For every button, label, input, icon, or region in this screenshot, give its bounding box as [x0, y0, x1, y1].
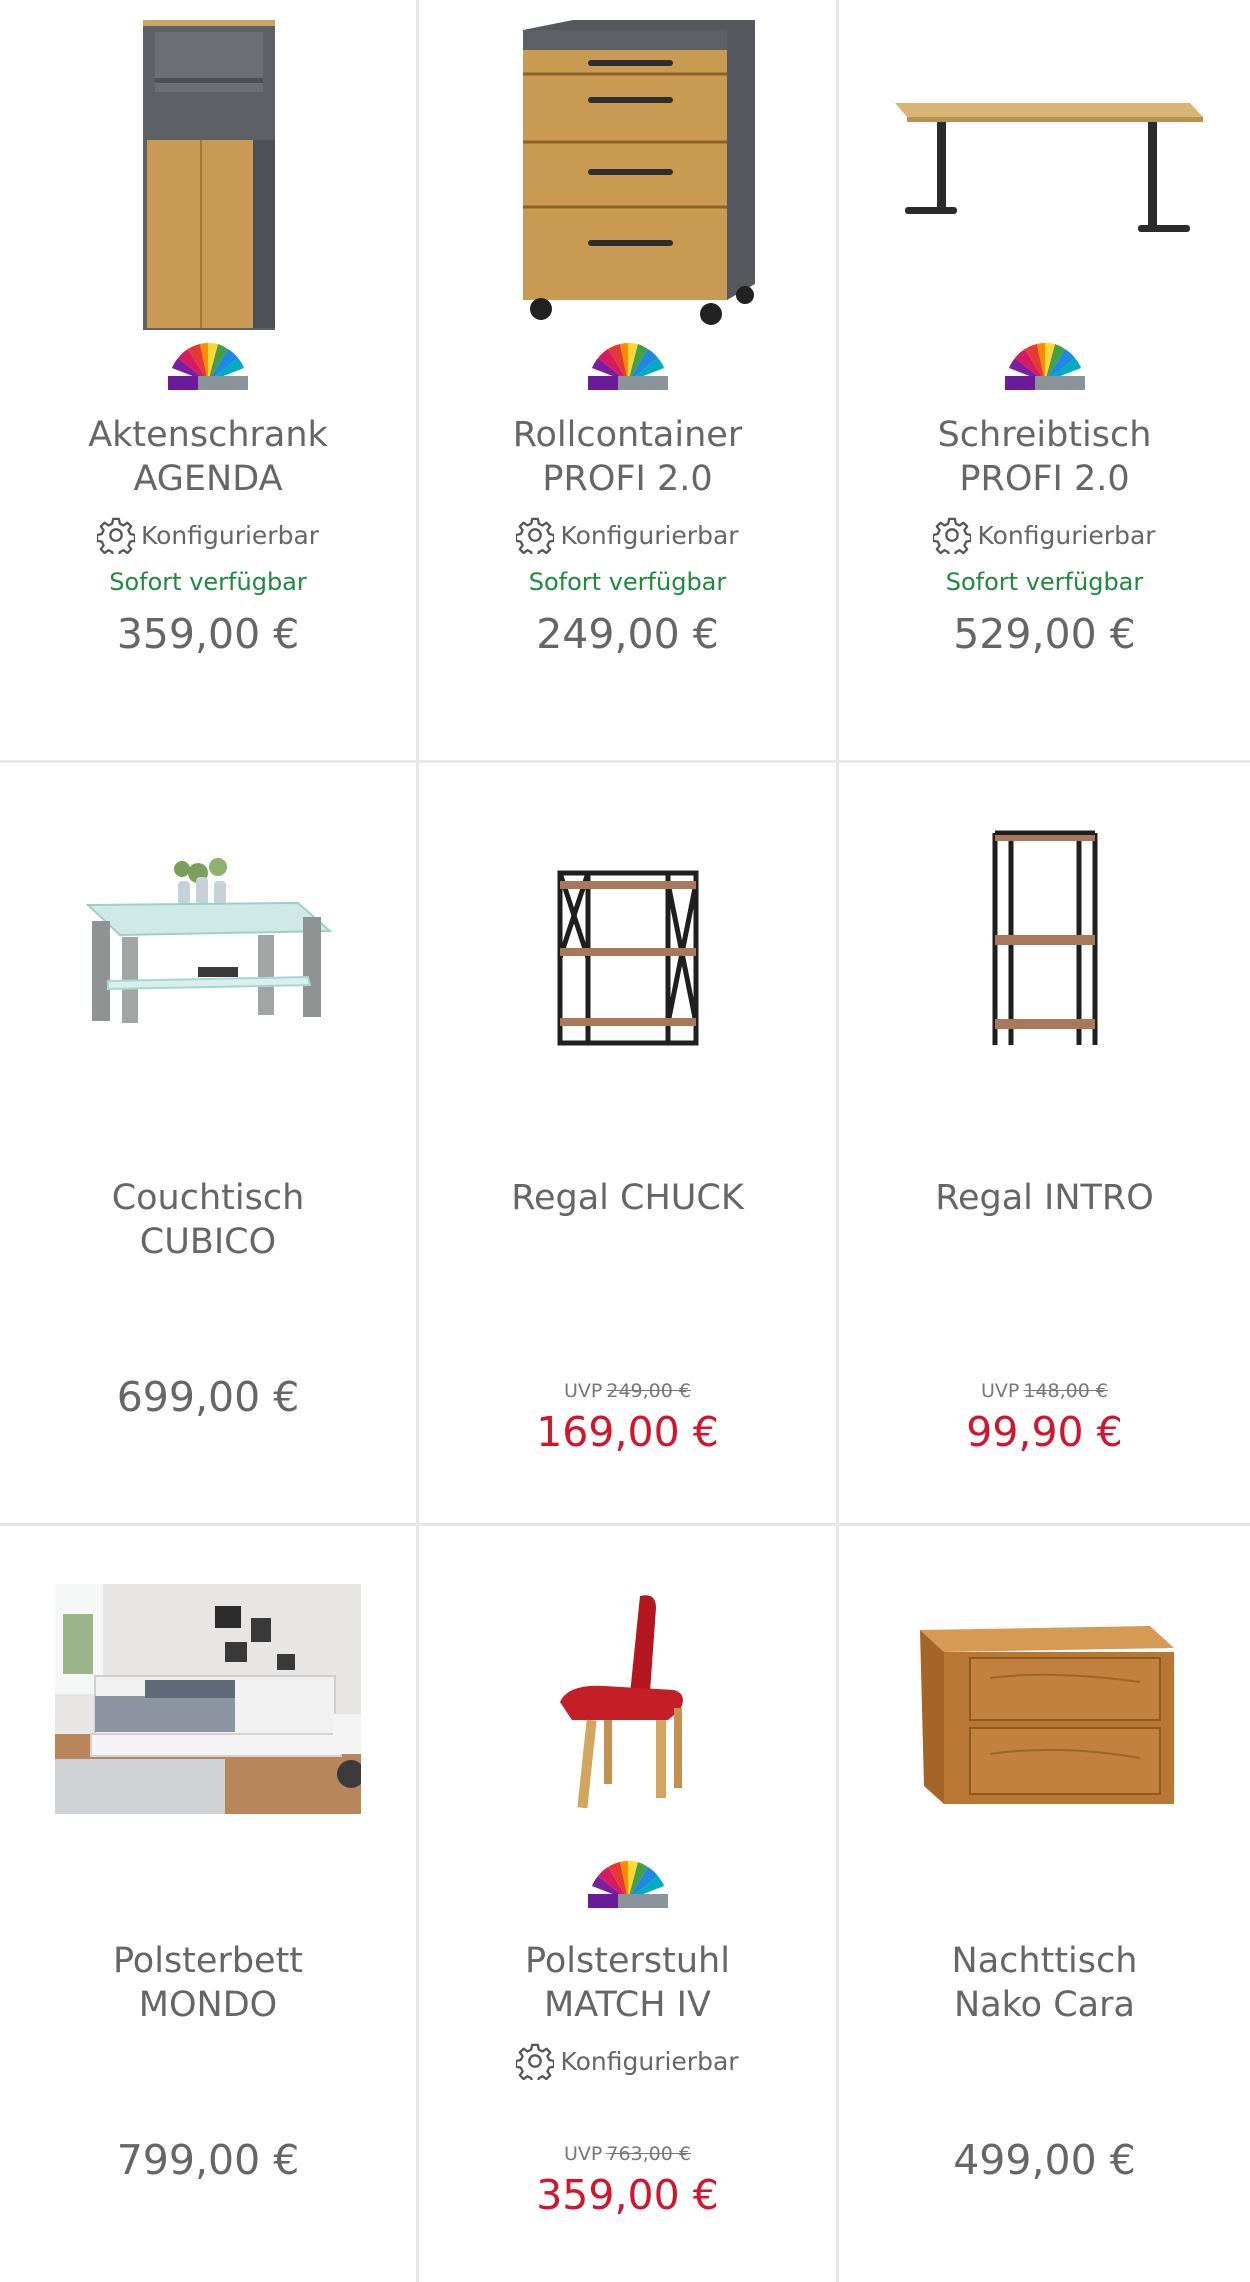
product-image[interactable] — [0, 763, 416, 1108]
product-name[interactable]: Nachttisch Nako Cara — [849, 1939, 1240, 2027]
uvp-old-price: 148,00 € — [1023, 1380, 1108, 1402]
product-image[interactable] — [839, 0, 1250, 345]
uvp-label: UVP — [981, 1380, 1020, 1402]
sale-price: 169,00 € — [536, 1408, 719, 1456]
configurable-badge: Konfigurierbar — [0, 515, 416, 555]
uvp-label: UVP — [564, 2143, 603, 2165]
product-name-line1: Nachttisch — [951, 1941, 1138, 1981]
configurable-label: Konfigurierbar — [560, 520, 739, 550]
product-card[interactable]: Schreibtisch PROFI 2.0 Konfigurierbar So… — [839, 0, 1250, 763]
product-card[interactable]: Rollcontainer PROFI 2.0 Konfigurierbar S… — [419, 0, 839, 763]
availability-status: Sofort verfügbar — [528, 568, 727, 596]
shelf-chuck-image — [557, 870, 698, 1046]
product-image[interactable] — [839, 1526, 1250, 1871]
product-card[interactable]: Aktenschrank AGENDA Konfigurierbar Sofor… — [0, 0, 419, 763]
coffee-table-image — [85, 858, 333, 1023]
product-price: 499,00 € — [953, 2136, 1136, 2184]
desk-image — [894, 103, 1203, 232]
uvp-price: UVP 763,00 € — [419, 2143, 836, 2165]
product-name[interactable]: Aktenschrank AGENDA — [10, 413, 406, 501]
uvp-label: UVP — [564, 1380, 603, 1402]
product-grid: Aktenschrank AGENDA Konfigurierbar Sofor… — [0, 0, 1250, 2282]
brand-logo-icon — [584, 338, 672, 393]
product-name-line2: PROFI 2.0 — [959, 459, 1130, 499]
bed-room-image — [55, 1584, 361, 1814]
gear-icon — [933, 516, 971, 554]
configurable-badge: Konfigurierbar — [419, 515, 836, 555]
product-image[interactable] — [419, 763, 836, 1108]
product-name[interactable]: Rollcontainer PROFI 2.0 — [429, 413, 826, 501]
product-name-line1: Regal INTRO — [935, 1178, 1154, 1218]
uvp-price: UVP 148,00 € — [839, 1380, 1250, 1402]
configurable-label: Konfigurierbar — [560, 2046, 739, 2076]
product-name[interactable]: Polsterbett MONDO — [10, 1939, 406, 2027]
product-price: 249,00 € — [536, 610, 719, 658]
product-name[interactable]: Regal INTRO — [849, 1176, 1240, 1220]
product-card[interactable]: Polsterstuhl MATCH IV Konfigurierbar UVP… — [419, 1526, 839, 2282]
product-name[interactable]: Polsterstuhl MATCH IV — [429, 1939, 826, 2027]
product-name-line1: Schreibtisch — [937, 415, 1152, 455]
sale-price: 99,90 € — [966, 1408, 1123, 1456]
uvp-price: UVP 249,00 € — [419, 1380, 836, 1402]
product-name-line1: Polsterbett — [112, 1941, 304, 1981]
product-card[interactable]: Nachttisch Nako Cara 499,00 € — [839, 1526, 1250, 2282]
product-name-line2: AGENDA — [133, 459, 283, 499]
product-name-line2: CUBICO — [139, 1222, 277, 1262]
product-name[interactable]: Couchtisch CUBICO — [10, 1176, 406, 1264]
product-name-line2: PROFI 2.0 — [542, 459, 713, 499]
product-name-line1: Regal CHUCK — [511, 1178, 744, 1218]
product-card[interactable]: Regal CHUCK UVP 249,00 € 169,00 € — [419, 763, 839, 1526]
product-name-line1: Polsterstuhl — [525, 1941, 730, 1981]
product-name-line1: Couchtisch — [111, 1178, 305, 1218]
brand-logo-icon — [584, 1856, 672, 1911]
product-image[interactable] — [0, 1526, 416, 1871]
product-name-line2: MATCH IV — [544, 1985, 711, 2025]
product-name-line1: Aktenschrank — [88, 415, 328, 455]
product-price: 529,00 € — [953, 610, 1136, 658]
product-name[interactable]: Schreibtisch PROFI 2.0 — [849, 413, 1240, 501]
product-card[interactable]: Polsterbett MONDO 799,00 € — [0, 1526, 419, 2282]
configurable-badge: Konfigurierbar — [419, 2041, 836, 2081]
configurable-label: Konfigurierbar — [140, 520, 320, 550]
product-image[interactable] — [839, 763, 1250, 1108]
product-card[interactable]: Regal INTRO UVP 148,00 € 99,90 € — [839, 763, 1250, 1526]
drawer-container-image — [522, 20, 755, 325]
cabinet-image — [143, 20, 275, 330]
chair-image — [559, 1595, 683, 1809]
product-name-line2: Nako Cara — [954, 1985, 1135, 2025]
uvp-old-price: 763,00 € — [606, 2143, 691, 2165]
nightstand-image — [919, 1626, 1174, 1804]
product-image[interactable] — [419, 0, 836, 345]
gear-icon — [97, 516, 135, 554]
product-name-line2: MONDO — [138, 1985, 278, 2025]
availability-status: Sofort verfügbar — [109, 568, 307, 596]
product-price: 799,00 € — [116, 2136, 300, 2184]
sale-price: 359,00 € — [536, 2171, 719, 2219]
configurable-label: Konfigurierbar — [977, 520, 1156, 550]
product-name[interactable]: Regal CHUCK — [429, 1176, 826, 1220]
uvp-old-price: 249,00 € — [606, 1380, 691, 1402]
product-name-line1: Rollcontainer — [512, 415, 743, 455]
availability-status: Sofort verfügbar — [945, 568, 1144, 596]
shelf-intro-image — [992, 830, 1097, 1045]
product-price: 699,00 € — [116, 1373, 300, 1421]
configurable-badge: Konfigurierbar — [839, 515, 1250, 555]
gear-icon — [516, 2042, 554, 2080]
brand-logo-icon — [164, 338, 252, 393]
gear-icon — [516, 516, 554, 554]
product-image[interactable] — [419, 1526, 836, 1871]
product-price: 359,00 € — [116, 610, 300, 658]
product-card[interactable]: Couchtisch CUBICO 699,00 € — [0, 763, 419, 1526]
product-image[interactable] — [0, 0, 416, 345]
brand-logo-icon — [1001, 338, 1089, 393]
